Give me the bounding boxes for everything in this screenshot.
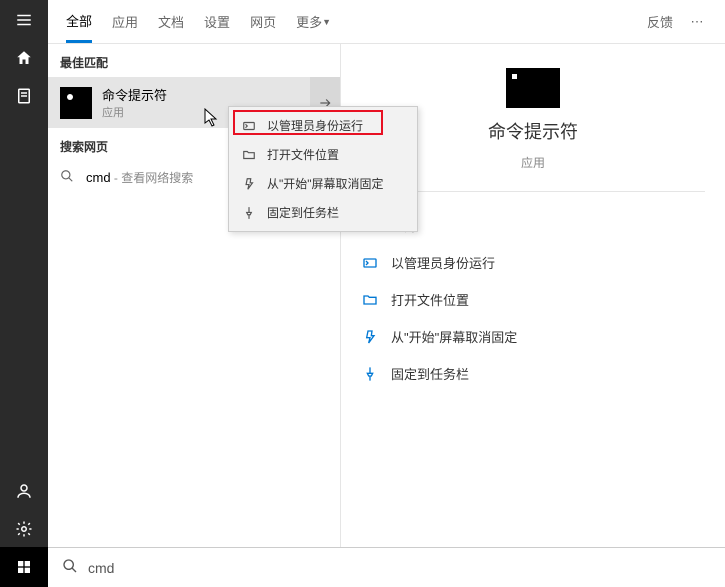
ctx-label: 打开文件位置 — [267, 146, 339, 163]
ctx-label: 以管理员身份运行 — [267, 117, 363, 134]
preview-sub: 应用 — [521, 154, 545, 171]
gear-icon[interactable] — [14, 519, 34, 539]
preview-action-label: 打开文件位置 — [391, 290, 469, 309]
ctx-label: 从"开始"屏幕取消固定 — [267, 175, 384, 192]
ctx-label: 固定到任务栏 — [267, 204, 339, 221]
unpin-icon — [241, 176, 257, 192]
ctx-run-as-admin[interactable]: 以管理员身份运行 — [229, 111, 417, 140]
document-icon[interactable] — [14, 86, 34, 106]
start-button[interactable] — [0, 547, 48, 587]
best-match-header: 最佳匹配 — [48, 44, 340, 77]
search-icon — [60, 169, 76, 186]
ctx-unpin-start[interactable]: 从"开始"屏幕取消固定 — [229, 169, 417, 198]
cmd-app-icon — [60, 87, 92, 119]
preview-action-unpin-start[interactable]: 从"开始"屏幕取消固定 — [361, 323, 705, 350]
pin-icon — [361, 365, 379, 383]
ctx-open-file-location[interactable]: 打开文件位置 — [229, 140, 417, 169]
unpin-icon — [361, 328, 379, 346]
hamburger-icon[interactable] — [14, 10, 34, 30]
preview-action-label: 从"开始"屏幕取消固定 — [391, 327, 517, 346]
search-input-text[interactable]: cmd — [88, 560, 114, 576]
search-icon — [62, 558, 78, 577]
shield-icon — [361, 254, 379, 272]
preview-action-pin-taskbar[interactable]: 固定到任务栏 — [361, 360, 705, 387]
pin-icon — [241, 205, 257, 221]
result-sub: 应用 — [102, 104, 167, 120]
more-menu-icon[interactable]: ⋯ — [687, 14, 707, 30]
result-title: 命令提示符 — [102, 85, 167, 104]
results-pane: 最佳匹配 命令提示符 应用 搜索网页 — [48, 44, 340, 587]
web-search-term: cmd — [86, 170, 111, 185]
main-area: 全部 应用 文档 设置 网页 更多 ▼ 反馈 ⋯ 最佳匹配 命令提 — [48, 0, 725, 587]
tab-docs[interactable]: 文档 — [158, 0, 184, 43]
home-icon[interactable] — [14, 48, 34, 68]
left-rail — [0, 0, 48, 587]
search-bar[interactable]: cmd — [48, 547, 725, 587]
tabs-bar: 全部 应用 文档 设置 网页 更多 ▼ 反馈 ⋯ — [48, 0, 725, 44]
web-search-hint: - 查看网络搜索 — [111, 171, 194, 185]
preview-action-location[interactable]: 打开文件位置 — [361, 286, 705, 313]
preview-action-label: 固定到任务栏 — [391, 364, 469, 383]
preview-title: 命令提示符 — [488, 118, 578, 144]
preview-action-admin[interactable]: 以管理员身份运行 — [361, 249, 705, 276]
context-menu: 以管理员身份运行 打开文件位置 从"开始"屏幕取消固定 — [228, 106, 418, 232]
ctx-pin-taskbar[interactable]: 固定到任务栏 — [229, 198, 417, 227]
shield-icon — [241, 118, 257, 134]
preview-action-label: 以管理员身份运行 — [391, 253, 495, 272]
tab-settings[interactable]: 设置 — [204, 0, 230, 43]
tab-more[interactable]: 更多 ▼ — [296, 0, 331, 43]
tab-web[interactable]: 网页 — [250, 0, 276, 43]
tab-all[interactable]: 全部 — [66, 0, 92, 43]
feedback-link[interactable]: 反馈 — [647, 12, 673, 31]
user-icon[interactable] — [14, 481, 34, 501]
tab-apps[interactable]: 应用 — [112, 0, 138, 43]
folder-icon — [241, 147, 257, 163]
preview-app-icon — [506, 68, 560, 108]
folder-icon — [361, 291, 379, 309]
